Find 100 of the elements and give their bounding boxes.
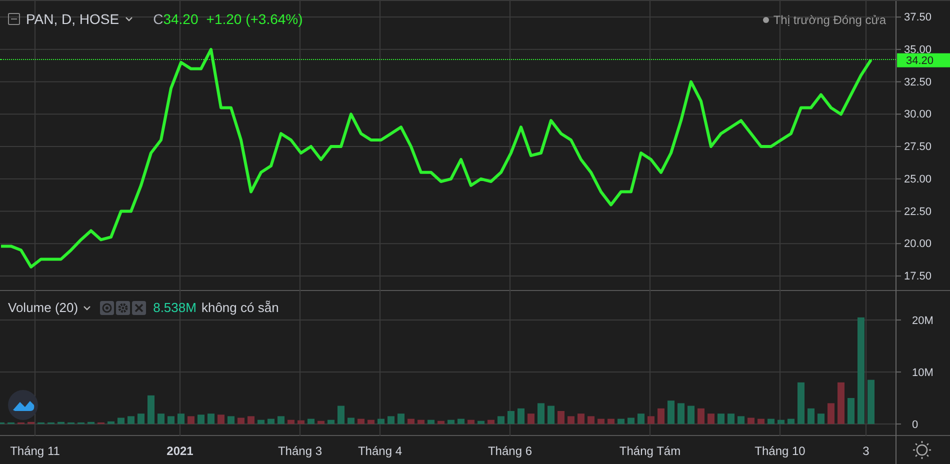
axis-label: 27.50	[904, 141, 932, 154]
volume-bar	[88, 422, 94, 424]
time-axis-label: Tháng 10	[754, 444, 806, 458]
volume-bar	[238, 418, 244, 424]
volume-bar	[598, 418, 604, 424]
volume-bar	[648, 416, 654, 424]
axis-label: 35.00	[904, 44, 932, 56]
ohlc-label: C	[153, 11, 164, 27]
volume-bar	[868, 380, 874, 424]
volume-bar	[198, 414, 204, 424]
indicator-title[interactable]: Volume (20)	[8, 300, 78, 315]
volume-bar	[798, 382, 804, 424]
volume-bar	[538, 403, 544, 424]
chevron-icon[interactable]	[83, 304, 92, 310]
volume-bar	[848, 398, 854, 424]
time-axis-label: Tháng 6	[488, 444, 532, 458]
volume-bar	[458, 418, 464, 424]
volume-bar	[388, 416, 394, 424]
volume-value: 8.538M	[153, 300, 196, 315]
volume-bar	[58, 422, 64, 424]
axis-label: 30.00	[904, 108, 932, 121]
volume-bar	[528, 414, 534, 424]
time-axis-label: Tháng Tám	[619, 444, 681, 458]
axis-label: 32.50	[904, 76, 932, 88]
volume-bar	[698, 408, 704, 424]
volume-bar	[348, 418, 354, 424]
volume-bar	[118, 418, 124, 424]
volume-bar	[658, 408, 664, 424]
volume-bar	[518, 408, 524, 424]
volume-bar	[778, 420, 784, 424]
volume-bar	[488, 420, 494, 424]
volume-bar	[738, 416, 744, 424]
volume-bar	[678, 403, 684, 424]
axis-label: 20.00	[904, 238, 932, 250]
volume-bar	[818, 414, 824, 424]
volume-bar	[438, 420, 444, 424]
volume-bar	[448, 420, 454, 424]
volume-bar	[638, 414, 644, 424]
price-change: +1.20 (+3.64%)	[206, 11, 303, 27]
volume-bar	[468, 420, 474, 424]
volume-bar	[378, 418, 384, 424]
volume-bar	[288, 420, 294, 424]
symbol-title[interactable]: PAN, D, HOSE	[26, 11, 120, 27]
volume-bar	[418, 420, 424, 424]
volume-bar	[668, 400, 674, 424]
volume-bar	[748, 418, 754, 424]
time-axis-label: Tháng 4	[358, 444, 402, 458]
volume-bar	[588, 416, 594, 424]
volume-bar	[718, 414, 724, 424]
market-status: Thị trường Đóng cửa	[773, 13, 886, 27]
volume-bar	[358, 418, 364, 424]
volume-bar	[188, 416, 194, 424]
axis-label: 17.50	[904, 270, 932, 282]
volume-note: không có sẵn	[201, 300, 279, 315]
axis-label: 0	[912, 419, 918, 431]
axis-label: 37.50	[904, 12, 932, 24]
status-dot-icon	[763, 17, 770, 23]
volume-bar	[218, 414, 224, 424]
settings-icon[interactable]	[912, 440, 932, 460]
time-axis-label: Tháng 11	[10, 444, 60, 458]
volume-bar	[228, 416, 234, 424]
volume-bar	[788, 418, 794, 424]
volume-bar	[568, 416, 574, 424]
cloud-logo-icon[interactable]	[8, 390, 38, 420]
chevron-icon[interactable]	[125, 16, 134, 22]
volume-bar	[108, 421, 114, 424]
volume-bar	[148, 395, 154, 424]
volume-bar	[168, 416, 174, 424]
volume-bar	[278, 416, 284, 424]
volume-bar	[758, 418, 764, 424]
volume-bar	[178, 414, 184, 424]
volume-bar	[408, 418, 414, 424]
volume-bar	[558, 411, 564, 424]
volume-bar	[318, 420, 324, 424]
close-price: 34.20	[163, 11, 198, 27]
volume-bar	[298, 420, 304, 424]
volume-bar	[628, 418, 634, 424]
time-axis-label: 2021	[166, 444, 194, 458]
volume-bar	[768, 418, 774, 424]
volume-bar	[258, 420, 264, 424]
collapse-icon[interactable]	[8, 13, 20, 25]
axis-label: 25.00	[904, 173, 932, 186]
volume-bar	[28, 422, 34, 424]
volume-bar	[838, 382, 844, 424]
volume-bar	[368, 420, 374, 424]
axis-label: 20M	[912, 315, 934, 327]
volume-bar	[208, 414, 214, 424]
last-price-badge: 34.20	[897, 53, 950, 68]
volume-bar	[328, 420, 334, 424]
volume-bar	[128, 416, 134, 424]
axis-label: 10M	[912, 367, 934, 379]
volume-bar	[608, 418, 614, 424]
volume-bar	[138, 414, 144, 424]
volume-bar	[268, 418, 274, 424]
volume-bar	[618, 418, 624, 424]
volume-bar	[828, 403, 834, 424]
axis-label: 22.50	[904, 206, 932, 218]
time-axis-label: 3	[862, 444, 870, 458]
volume-bar	[428, 420, 434, 424]
volume-bar	[478, 420, 484, 424]
